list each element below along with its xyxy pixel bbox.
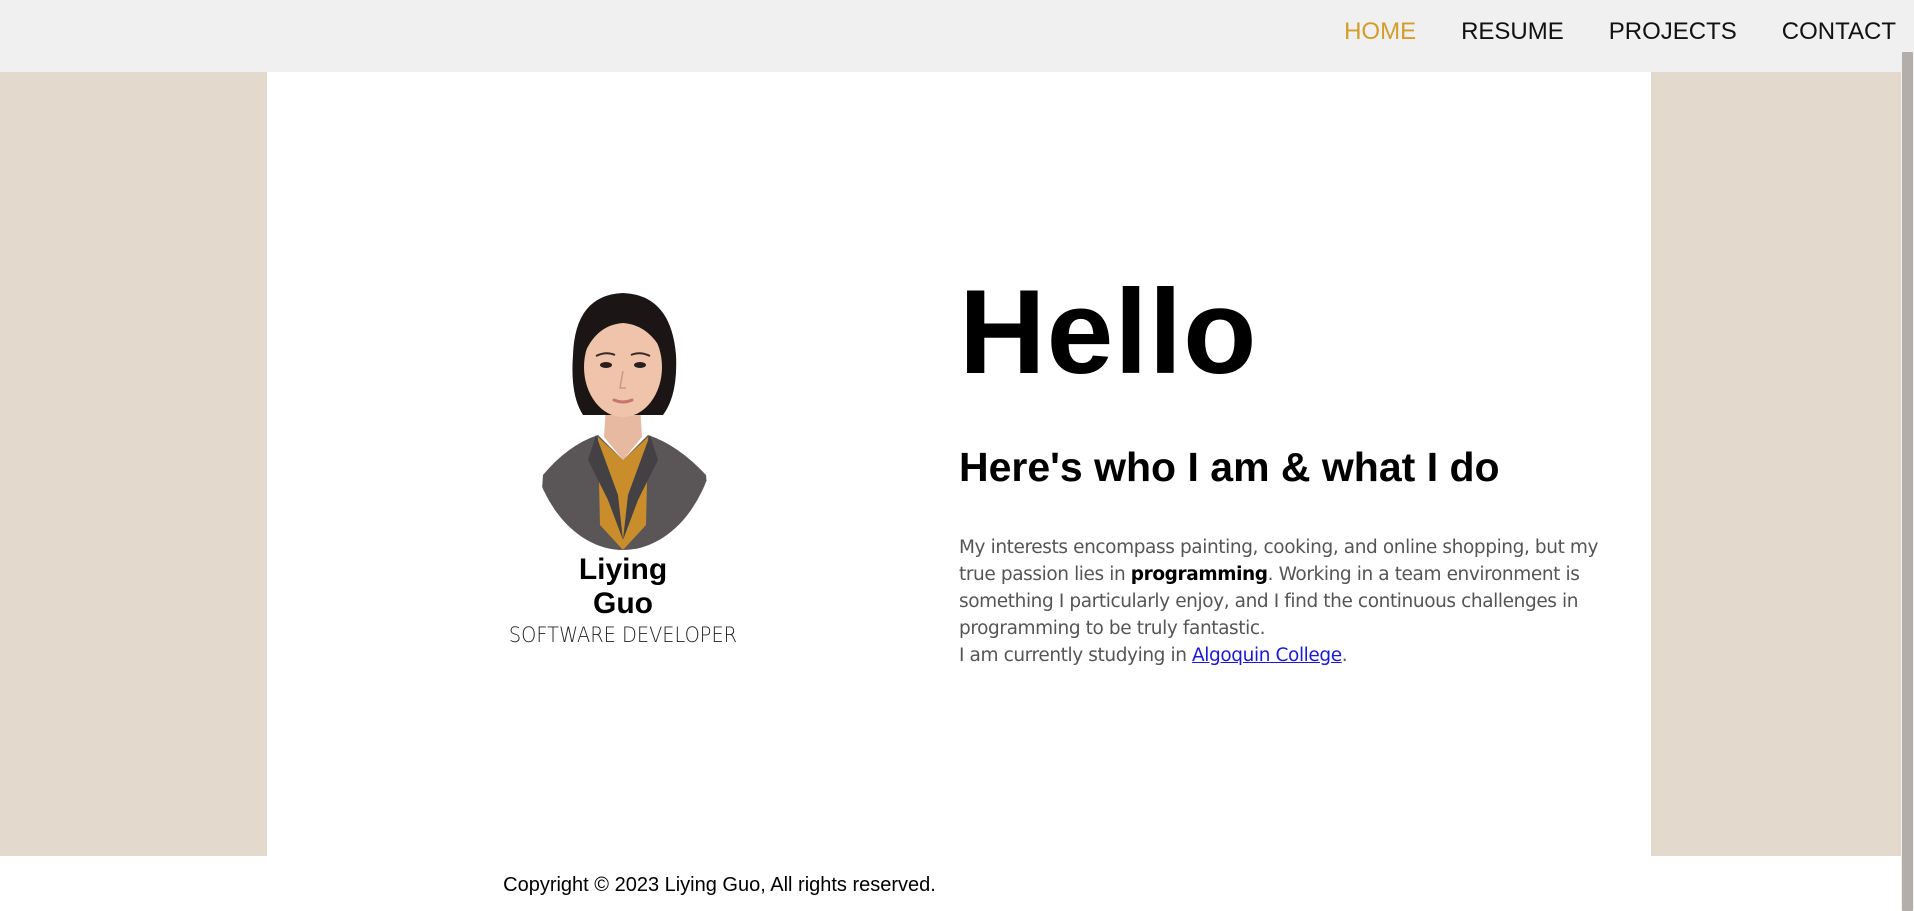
intro-subheading: Here's who I am & what I do <box>959 444 1500 490</box>
bio-bold-programming: programming <box>1130 564 1268 585</box>
profile-photo-illustration <box>528 285 718 550</box>
left-side-panel <box>0 72 267 856</box>
vertical-scrollbar[interactable] <box>1901 0 1914 911</box>
copyright-text: Copyright © 2023 Liying Guo, All rights … <box>503 874 936 896</box>
profile-role: SOFTWARE DEVELOPER <box>508 623 738 647</box>
greeting-heading: Hello <box>959 265 1258 399</box>
nav-resume-link[interactable]: RESUME <box>1461 18 1564 46</box>
right-side-panel <box>1651 72 1901 856</box>
top-navigation-bar: HOME RESUME PROJECTS CONTACT <box>0 0 1914 72</box>
profile-last-name: Guo <box>593 587 653 620</box>
page: HOME RESUME PROJECTS CONTACT Liying Guo … <box>0 0 1914 911</box>
profile-first-name: Liying <box>578 553 668 586</box>
profile-card: Liying Guo SOFTWARE DEVELOPER <box>490 285 756 647</box>
college-link[interactable]: Algoquin College <box>1192 645 1342 666</box>
study-prefix: I am currently studying in <box>959 645 1193 666</box>
intro-section: Hello Here's who I am & what I do My int… <box>959 272 1609 669</box>
copyright-text-wrap: Copyright © 2023 Liying Guo, All rights … <box>0 874 1914 897</box>
nav-projects-link[interactable]: PROJECTS <box>1609 18 1737 46</box>
footer: Copyright © 2023 Liying Guo, All rights … <box>0 856 1901 911</box>
study-suffix: . <box>1341 645 1348 666</box>
profile-photo <box>528 285 718 550</box>
nav-contact-link[interactable]: CONTACT <box>1782 18 1896 46</box>
scrollbar-thumb[interactable] <box>1902 52 1913 911</box>
main-nav: HOME RESUME PROJECTS CONTACT <box>1299 18 1896 46</box>
bio-paragraph: My interests encompass painting, cooking… <box>959 534 1609 669</box>
nav-home-link[interactable]: HOME <box>1344 18 1416 46</box>
